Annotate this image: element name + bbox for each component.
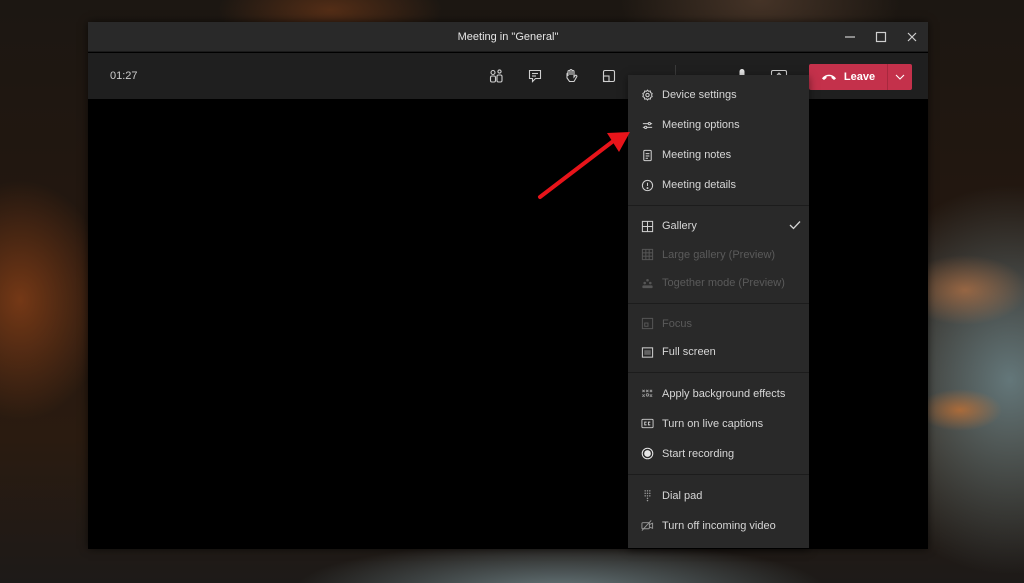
- menu-item-background-effects[interactable]: Apply background effects: [628, 379, 809, 409]
- minimize-button[interactable]: [840, 28, 860, 46]
- menu-divider: [628, 371, 809, 373]
- window-title: Meeting in "General": [457, 31, 559, 43]
- focus-icon: [641, 318, 653, 330]
- menu-item-label: Focus: [662, 317, 692, 330]
- menu-item-label: Meeting options: [662, 119, 740, 131]
- leave-options-dropdown[interactable]: [888, 64, 912, 90]
- menu-item-large-gallery: Large gallery (Preview): [628, 241, 809, 270]
- menu-section-effects: Apply background effects Turn on live ca…: [628, 379, 809, 469]
- menu-item-together-mode: Together mode (Preview): [628, 269, 809, 298]
- title-bar: Meeting in "General": [88, 22, 928, 52]
- menu-item-label: Dial pad: [662, 489, 703, 502]
- menu-item-label: Large gallery (Preview): [662, 248, 776, 261]
- fullscreen-icon: [641, 347, 653, 358]
- close-icon: [907, 32, 917, 42]
- menu-item-label: Meeting notes: [662, 149, 732, 161]
- menu-item-start-recording[interactable]: Start recording: [628, 439, 809, 469]
- notes-icon: [642, 149, 652, 161]
- menu-section-meeting: Device settings Meeting options Meeting …: [628, 80, 809, 200]
- menu-section-layout: Gallery Large gallery (Preview) Together…: [628, 212, 809, 298]
- show-participants-button[interactable]: [485, 66, 507, 86]
- maximize-icon: [875, 31, 887, 43]
- checkmark-icon: [789, 221, 801, 230]
- background-effects-icon: [641, 389, 652, 398]
- sliders-icon: [642, 121, 652, 129]
- more-actions-menu: Device settings Meeting options Meeting …: [628, 75, 809, 548]
- captions-icon: [640, 418, 654, 429]
- chat-icon: [528, 69, 542, 83]
- rooms-icon: [602, 69, 616, 83]
- leave-button[interactable]: Leave: [809, 64, 887, 90]
- menu-item-meeting-options[interactable]: Meeting options: [628, 110, 809, 140]
- dialpad-icon: [643, 490, 651, 502]
- record-icon: [641, 447, 653, 460]
- menu-item-label: Together mode (Preview): [662, 277, 785, 290]
- leave-button-group: Leave: [809, 64, 912, 90]
- menu-divider: [628, 473, 809, 475]
- maximize-button[interactable]: [871, 28, 891, 46]
- menu-item-label: Turn off incoming video: [662, 519, 776, 532]
- menu-item-label: Gallery: [662, 220, 697, 233]
- menu-item-turn-off-incoming-video[interactable]: Turn off incoming video: [628, 511, 809, 541]
- large-gallery-icon: [641, 249, 653, 261]
- raise-hand-button[interactable]: [560, 66, 582, 86]
- menu-section-view: Focus Full screen: [628, 310, 809, 367]
- menu-item-label: Full screen: [662, 346, 716, 359]
- gear-icon: [641, 88, 653, 101]
- menu-item-live-captions[interactable]: Turn on live captions: [628, 409, 809, 439]
- menu-item-dial-pad[interactable]: Dial pad: [628, 481, 809, 511]
- show-conversation-button[interactable]: [524, 66, 546, 86]
- menu-item-label: Meeting details: [662, 179, 736, 191]
- menu-section-calling: Dial pad Turn off incoming video: [628, 481, 809, 541]
- together-mode-icon: [641, 278, 653, 288]
- minimize-icon: [845, 36, 855, 38]
- menu-item-label: Turn on live captions: [662, 417, 764, 430]
- menu-item-label: Device settings: [662, 89, 737, 101]
- breakout-rooms-button[interactable]: [598, 66, 620, 86]
- menu-item-focus: Focus: [628, 310, 809, 339]
- menu-item-gallery[interactable]: Gallery: [628, 212, 809, 241]
- chevron-down-icon: [895, 74, 905, 80]
- menu-item-label: Apply background effects: [662, 387, 786, 400]
- menu-item-meeting-notes[interactable]: Meeting notes: [628, 140, 809, 170]
- close-button[interactable]: [902, 28, 922, 46]
- leave-label: Leave: [843, 71, 876, 83]
- menu-divider: [628, 205, 809, 206]
- gallery-icon: [641, 220, 653, 232]
- info-icon: [641, 179, 653, 191]
- hand-icon: [566, 68, 578, 83]
- menu-item-meeting-details[interactable]: Meeting details: [628, 170, 809, 200]
- menu-divider: [628, 302, 809, 304]
- meeting-timer: 01:27: [110, 70, 138, 82]
- video-off-icon: [640, 520, 653, 531]
- people-icon: [489, 69, 503, 83]
- menu-item-label: Start recording: [662, 447, 735, 460]
- menu-item-device-settings[interactable]: Device settings: [628, 80, 809, 110]
- menu-item-full-screen[interactable]: Full screen: [628, 338, 809, 367]
- hang-up-icon: [821, 74, 836, 80]
